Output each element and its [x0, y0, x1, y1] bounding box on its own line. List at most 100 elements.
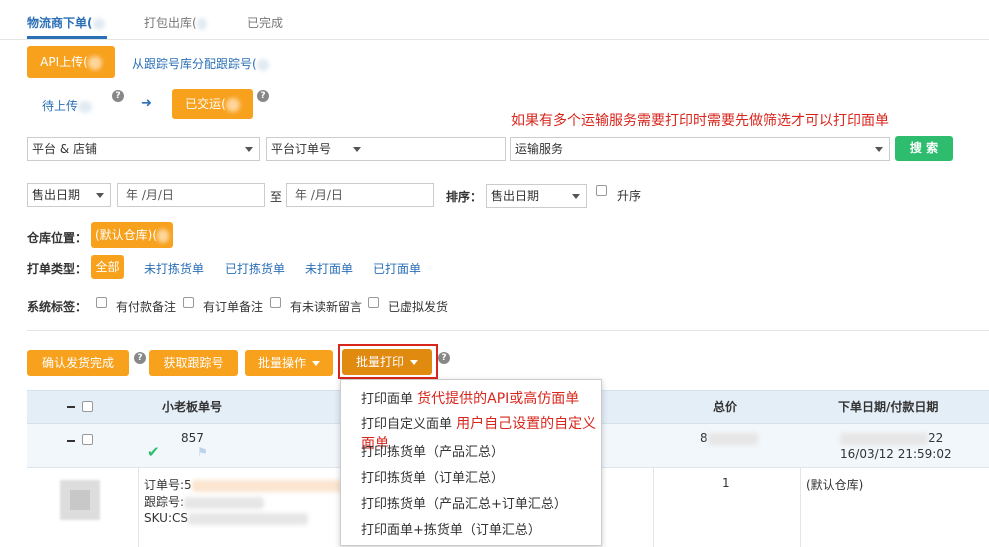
asc-checkbox[interactable]: [596, 185, 607, 196]
step-shipped-button[interactable]: 已交运(: [172, 89, 253, 119]
chevron-down-icon: [96, 193, 104, 198]
select-all-checkbox[interactable]: [82, 401, 93, 412]
platform-select[interactable]: 平台 & 店铺: [27, 137, 260, 161]
tag-virtual-ship-checkbox[interactable]: [368, 297, 379, 308]
dropdown-item-print-picking-order[interactable]: 打印拣货单（订单汇总）: [361, 467, 504, 486]
print-type-printed-picking[interactable]: 已打拣货单: [225, 260, 285, 277]
batch-operation-button[interactable]: 批量操作: [245, 350, 333, 376]
blurred-count: [157, 228, 170, 243]
row-checkbox[interactable]: [82, 434, 93, 445]
dropdown-item-label: 打印自定义面单: [361, 417, 453, 432]
tab-completed[interactable]: 已完成: [247, 14, 283, 31]
detail-tracking: 跟踪号:: [144, 493, 265, 510]
step-pending[interactable]: 待上传: [42, 97, 93, 114]
tab-logistics-order[interactable]: 物流商下单(: [27, 14, 105, 31]
platform-select-value: 平台 & 店铺: [32, 142, 97, 156]
blurred-total: [707, 432, 758, 445]
sort-select-value: 售出日期: [491, 189, 540, 203]
tag-payment-note-label: 有付款备注: [116, 300, 177, 314]
batch-print-button[interactable]: 批量打印: [342, 349, 432, 375]
dropdown-item-print-label-and-picking[interactable]: 打印面单+拣货单（订单汇总）: [361, 519, 541, 538]
chevron-down-icon: [572, 194, 580, 199]
row-date-2: 16/03/12 21:59:02: [840, 447, 952, 461]
detail-row-line: [653, 468, 654, 547]
dropdown-item-print-picking-product[interactable]: 打印拣货单（产品汇总）: [361, 441, 504, 460]
blurred-sku: [188, 512, 308, 525]
order-type-select[interactable]: 平台订单号: [266, 137, 506, 161]
row-total: 8: [700, 431, 758, 445]
product-thumbnail-inner: [70, 490, 90, 510]
shipping-service-select-value: 运输服务: [515, 142, 564, 156]
date-range-to: 至: [270, 190, 283, 204]
collapse-all-icon[interactable]: [67, 406, 75, 408]
chevron-down-icon: [353, 147, 361, 152]
help-icon[interactable]: ?: [112, 90, 124, 102]
detail-warehouse: (默认仓库): [806, 478, 864, 492]
tag-order-note-label: 有订单备注: [203, 300, 264, 314]
detail-row-line: [800, 468, 801, 547]
print-type-unprinted-picking[interactable]: 未打拣货单: [144, 260, 204, 277]
asc-label: 升序: [617, 189, 642, 203]
blurred-count: [256, 58, 269, 71]
detail-order-no: 订单号:53d: [144, 476, 357, 493]
confirm-shipped-button[interactable]: 确认发货完成: [27, 350, 129, 376]
print-type-printed-label[interactable]: 已打面单: [373, 260, 421, 277]
chevron-down-icon: [312, 361, 320, 366]
order-id: 857: [181, 431, 204, 445]
tag-unread-msg-checkbox[interactable]: [270, 297, 281, 308]
blurred-order-no: [191, 479, 342, 492]
tag-order-note-checkbox[interactable]: [183, 297, 194, 308]
blurred-tracking: [184, 496, 265, 509]
step-shipped-label: 已交运(: [185, 97, 226, 111]
tag-virtual-ship-label: 已虚拟发货: [388, 300, 449, 314]
tab-label: 物流商下单(: [27, 16, 93, 30]
print-type-all[interactable]: 全部: [91, 255, 124, 279]
tab-packing[interactable]: 打包出库(: [144, 14, 207, 31]
search-button[interactable]: 搜 索: [895, 136, 953, 161]
collapse-row-icon[interactable]: [67, 440, 75, 442]
api-upload-label: API上传(: [40, 55, 88, 69]
blurred-count: [225, 97, 240, 112]
tab-active-underline: [27, 36, 107, 39]
detail-sku: SKU:CS: [144, 511, 308, 525]
batch-print-dropdown: 打印面单 货代提供的API或高仿面单 打印自定义面单 用户自己设置的自定义面单 …: [340, 379, 602, 546]
dropdown-item-print-picking-both[interactable]: 打印拣货单（产品汇总+订单汇总）: [361, 493, 567, 512]
row-date-1: 22: [840, 431, 943, 445]
row-total-value: 8: [700, 431, 708, 445]
blurred-date: [840, 432, 928, 445]
help-icon[interactable]: ?: [257, 90, 269, 102]
warehouse-value: (默认仓库)(: [95, 228, 158, 242]
print-type-unprinted-label[interactable]: 未打面单: [305, 260, 353, 277]
detail-tracking-label: 跟踪号:: [144, 495, 185, 509]
check-icon: ✔: [147, 443, 160, 461]
order-type-select-value: 平台订单号: [271, 142, 332, 156]
api-upload-button[interactable]: API上传(: [27, 46, 115, 78]
detail-row-line: [138, 468, 139, 547]
tab-label: 打包出库(: [144, 16, 197, 30]
help-icon[interactable]: ?: [438, 352, 450, 364]
assign-tracking-link[interactable]: 从跟踪号库分配跟踪号(: [132, 55, 269, 72]
assign-tracking-label: 从跟踪号库分配跟踪号(: [132, 57, 257, 71]
date-to-input[interactable]: 年 /月/日: [286, 183, 434, 207]
get-tracking-button[interactable]: 获取跟踪号: [149, 350, 238, 376]
warehouse-default-button[interactable]: (默认仓库)(: [91, 222, 173, 248]
help-icon[interactable]: ?: [134, 352, 146, 364]
system-tags-label: 系统标签：: [27, 300, 88, 314]
batch-print-label: 批量打印: [355, 355, 404, 369]
tag-payment-note-checkbox[interactable]: [96, 297, 107, 308]
sort-select[interactable]: 售出日期: [486, 184, 587, 208]
chevron-down-icon: [245, 147, 253, 152]
shipping-service-select[interactable]: 运输服务: [510, 137, 890, 161]
date-type-select[interactable]: 售出日期: [27, 183, 111, 207]
blurred-count: [78, 100, 93, 113]
annotation-notice: 如果有多个运输服务需要打印时需要先做筛选才可以打印面单: [511, 113, 889, 129]
blurred-count: [92, 17, 105, 30]
dropdown-item-label: 打印面单: [361, 392, 414, 407]
batch-operation-label: 批量操作: [257, 356, 306, 370]
sort-label: 排序：: [446, 190, 483, 204]
dropdown-item-note: 货代提供的API或高仿面单: [417, 391, 580, 407]
date-from-input[interactable]: 年 /月/日: [117, 183, 265, 207]
detail-order-label: 订单号:5: [144, 478, 192, 492]
chevron-down-icon: [410, 360, 418, 365]
dropdown-item-print-label[interactable]: 打印面单 货代提供的API或高仿面单: [361, 388, 579, 408]
